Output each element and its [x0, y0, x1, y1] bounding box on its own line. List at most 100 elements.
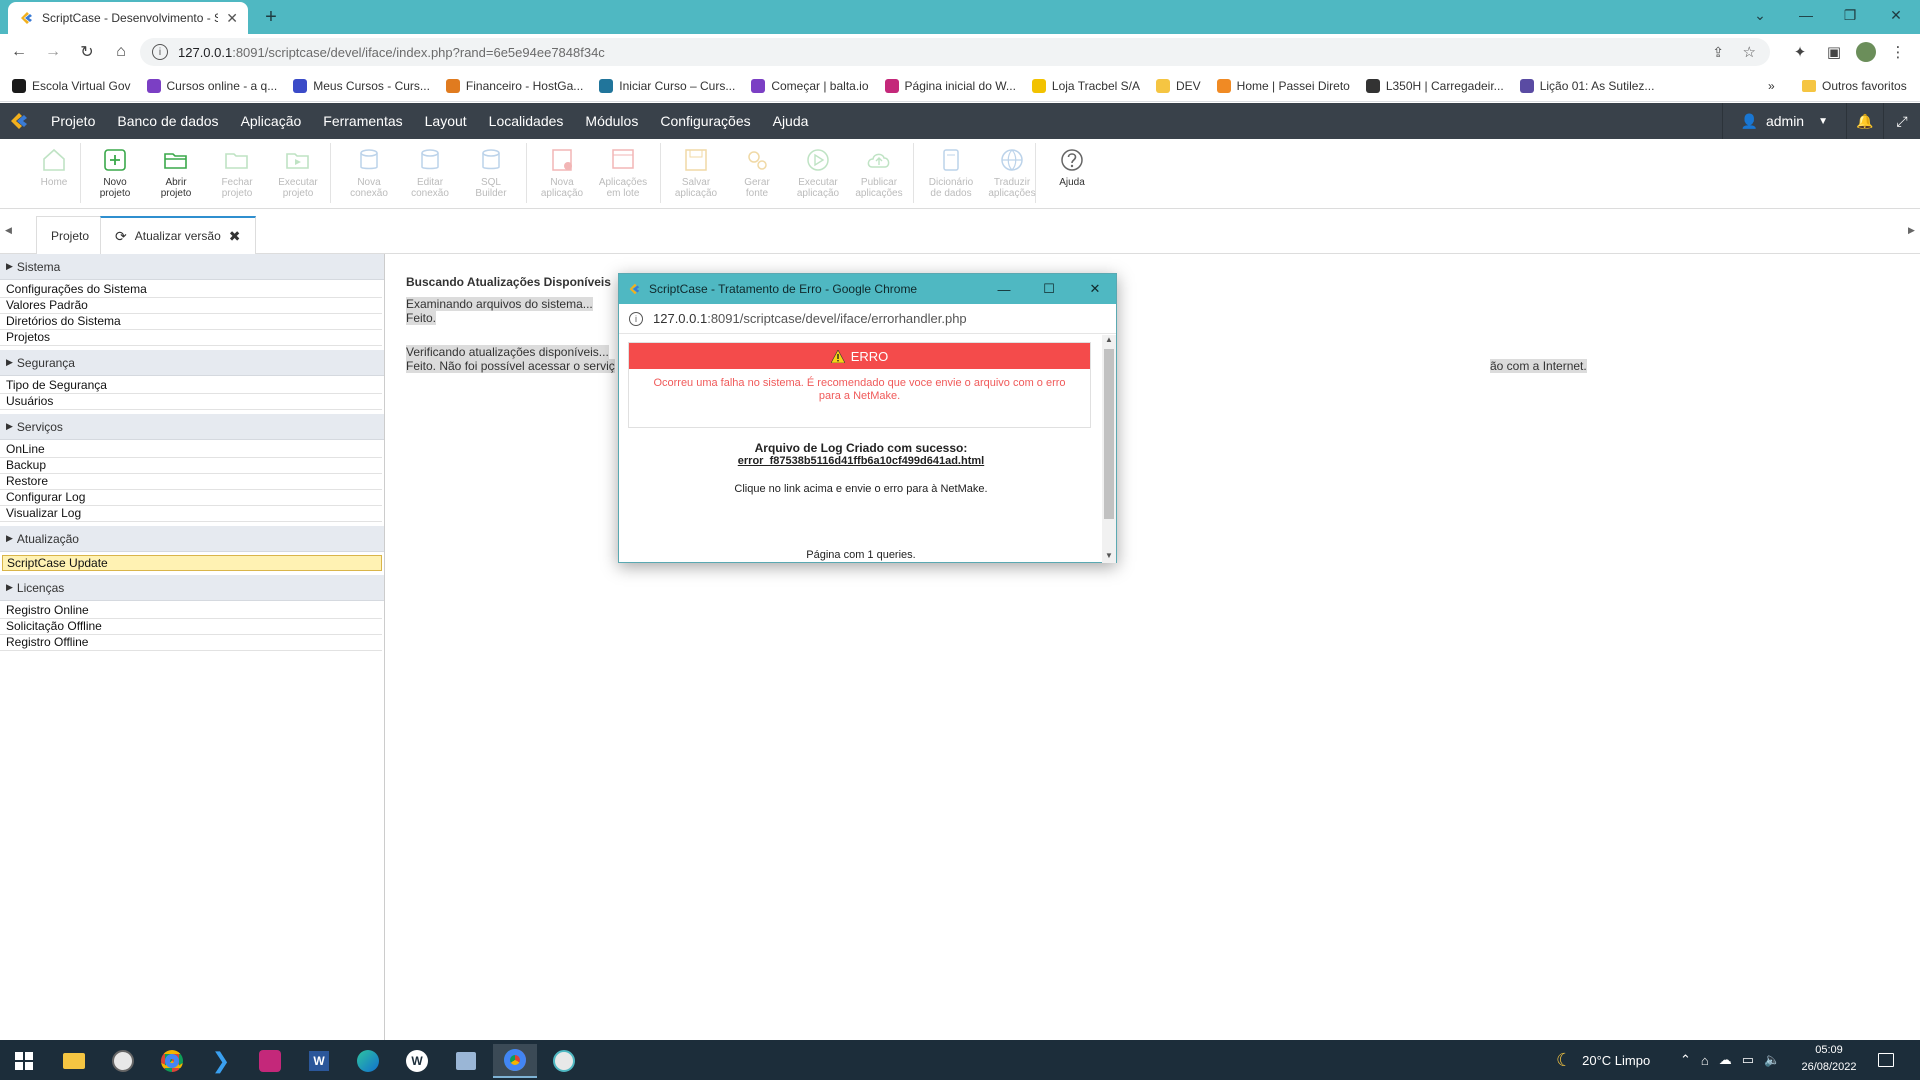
weather-widget[interactable]: ☾ 20°C Limpo: [1556, 1040, 1650, 1080]
site-info-icon[interactable]: i: [629, 311, 643, 326]
menu-item-banco-de-dados[interactable]: Banco de dados: [106, 113, 229, 129]
app-w-icon[interactable]: W: [395, 1044, 439, 1078]
menu-item-m-dulos[interactable]: Módulos: [574, 113, 649, 129]
toolbar-button-12[interactable]: Executar aplicação: [788, 147, 848, 199]
app-icon[interactable]: [101, 1044, 145, 1078]
log-file-link[interactable]: error_f87538b5116d41ffb6a10cf499d641ad.h…: [619, 455, 1103, 467]
bookmark-item[interactable]: Página inicial do W...: [884, 78, 1016, 93]
side-panel-icon[interactable]: ▣: [1820, 38, 1848, 66]
toolbar-button-10[interactable]: Salvar aplicação: [666, 147, 726, 199]
bookmark-item[interactable]: Escola Virtual Gov: [12, 78, 131, 93]
scriptcase-taskbar-icon[interactable]: [542, 1044, 586, 1078]
fullscreen-icon[interactable]: ⤢: [1884, 103, 1920, 139]
file-explorer-icon[interactable]: [52, 1044, 96, 1078]
toolbar-button-3[interactable]: Fechar projeto: [207, 147, 267, 199]
popup-scrollbar[interactable]: ▲ ▼: [1102, 335, 1116, 563]
menu-item-ferramentas[interactable]: Ferramentas: [312, 113, 413, 129]
other-bookmarks-folder[interactable]: Outros favoritos: [1802, 70, 1907, 102]
bookmark-item[interactable]: Lição 01: As Sutilez...: [1519, 78, 1654, 93]
sidebar-item[interactable]: Configurar Log: [0, 490, 382, 506]
sidebar-group-3[interactable]: ▶ Atualização: [0, 526, 384, 552]
dev-app-icon[interactable]: [248, 1044, 292, 1078]
sidebar-item[interactable]: Tipo de Segurança: [0, 378, 382, 394]
home-button[interactable]: ⌂: [106, 37, 136, 67]
bookmark-item[interactable]: Home | Passei Direto: [1216, 78, 1350, 93]
sidebar-item[interactable]: Usuários: [0, 394, 382, 410]
profile-avatar[interactable]: [1852, 38, 1880, 66]
tray-app-icon[interactable]: ⌂: [1701, 1053, 1709, 1068]
onedrive-icon[interactable]: ☁: [1719, 1052, 1732, 1068]
sidebar-group-1[interactable]: ▶ Segurança: [0, 350, 384, 376]
back-button[interactable]: ←: [4, 37, 34, 67]
toolbar-button-9[interactable]: Aplicações em lote: [593, 147, 653, 199]
popup-maximize-button[interactable]: ☐: [1027, 274, 1071, 304]
sidebar-group-0[interactable]: ▶ Sistema: [0, 254, 384, 280]
toolbar-button-1[interactable]: Novo projeto: [85, 147, 145, 199]
sidebar-item[interactable]: OnLine: [0, 442, 382, 458]
close-window-button[interactable]: ✕: [1876, 0, 1916, 30]
scroll-thumb[interactable]: [1104, 349, 1114, 519]
minimize-window-button[interactable]: —: [1786, 0, 1826, 30]
start-button[interactable]: [2, 1044, 46, 1078]
toolbar-button-2[interactable]: Abrir projeto: [146, 147, 206, 199]
toolbar-button-6[interactable]: Editar conexão: [400, 147, 460, 199]
tab-atualizar-versao[interactable]: ⟳ Atualizar versão ✖: [100, 216, 256, 254]
sidebar-item[interactable]: Registro Online: [0, 603, 382, 619]
notifications-icon[interactable]: [1878, 1040, 1894, 1080]
sidebar-item[interactable]: Backup: [0, 458, 382, 474]
toolbar-button-7[interactable]: SQL Builder: [461, 147, 521, 199]
close-tab-x-icon[interactable]: ✖: [229, 228, 241, 245]
sidebar-item[interactable]: Visualizar Log: [0, 506, 382, 522]
menu-item-ajuda[interactable]: Ajuda: [762, 113, 820, 129]
taskbar-clock[interactable]: 05:09 26/08/2022: [1794, 1042, 1864, 1076]
popup-close-button[interactable]: ✕: [1073, 274, 1117, 304]
scriptcase-logo[interactable]: [0, 103, 40, 139]
toolbar-button-16[interactable]: Ajuda: [1042, 147, 1102, 188]
scroll-down-icon[interactable]: ▼: [1102, 551, 1116, 563]
toolbar-button-14[interactable]: Dicionário de dados: [921, 147, 981, 199]
volume-icon[interactable]: 🔈: [1764, 1052, 1780, 1068]
more-bookmarks-button[interactable]: »: [1768, 70, 1775, 102]
toolbar-button-5[interactable]: Nova conexão: [339, 147, 399, 199]
chrome-active-icon[interactable]: [493, 1044, 537, 1078]
bookmark-item[interactable]: DEV: [1155, 78, 1201, 93]
sidebar-item[interactable]: Projetos: [0, 330, 382, 346]
toolbar-button-8[interactable]: Nova aplicação: [532, 147, 592, 199]
sidebar-item[interactable]: Valores Padrão: [0, 298, 382, 314]
sidebar-item[interactable]: Diretórios do Sistema: [0, 314, 382, 330]
bookmark-item[interactable]: Loja Tracbel S/A: [1031, 78, 1140, 93]
bookmark-item[interactable]: Cursos online - a q...: [146, 78, 277, 93]
restore-window-button[interactable]: ❐: [1830, 0, 1870, 30]
new-tab-button[interactable]: +: [258, 4, 284, 30]
close-tab-icon[interactable]: ✕: [226, 10, 238, 27]
browser-tab[interactable]: ScriptCase - Desenvolvimento - S ✕: [8, 2, 248, 34]
reload-button[interactable]: ↻: [72, 37, 102, 67]
network-icon[interactable]: ▭: [1742, 1052, 1754, 1068]
sidebar-item[interactable]: ScriptCase Update: [2, 555, 382, 571]
toolbar-button-13[interactable]: Publicar aplicações: [849, 147, 909, 199]
bookmark-item[interactable]: Começar | balta.io: [751, 78, 869, 93]
network-app-icon[interactable]: [444, 1044, 488, 1078]
scroll-tabs-left-icon[interactable]: ◀: [5, 225, 12, 236]
forward-button[interactable]: →: [38, 37, 68, 67]
word-icon[interactable]: W: [297, 1044, 341, 1078]
menu-item-configura-es[interactable]: Configurações: [649, 113, 761, 129]
vscode-icon[interactable]: ❯: [199, 1044, 243, 1078]
scroll-up-icon[interactable]: ▲: [1102, 335, 1116, 347]
toolbar-button-0[interactable]: Home: [24, 147, 84, 188]
popup-minimize-button[interactable]: —: [982, 274, 1026, 304]
sidebar-item[interactable]: Registro Offline: [0, 635, 382, 651]
menu-item-projeto[interactable]: Projeto: [40, 113, 106, 129]
site-info-icon[interactable]: i: [152, 44, 168, 60]
bookmark-item[interactable]: Meus Cursos - Curs...: [293, 78, 430, 93]
bookmark-item[interactable]: Financeiro - HostGa...: [445, 78, 583, 93]
sidebar-item[interactable]: Configurações do Sistema: [0, 282, 382, 298]
edge-icon[interactable]: [346, 1044, 390, 1078]
bookmark-item[interactable]: Iniciar Curso – Curs...: [599, 78, 735, 93]
bookmark-item[interactable]: L350H | Carregadeir...: [1365, 78, 1504, 93]
sidebar-group-2[interactable]: ▶ Serviços: [0, 414, 384, 440]
tab-search-icon[interactable]: ⌄: [1740, 0, 1780, 30]
bookmark-star-icon[interactable]: ☆: [1743, 43, 1756, 61]
menu-item-layout[interactable]: Layout: [414, 113, 478, 129]
share-icon[interactable]: ⇪: [1712, 44, 1724, 61]
